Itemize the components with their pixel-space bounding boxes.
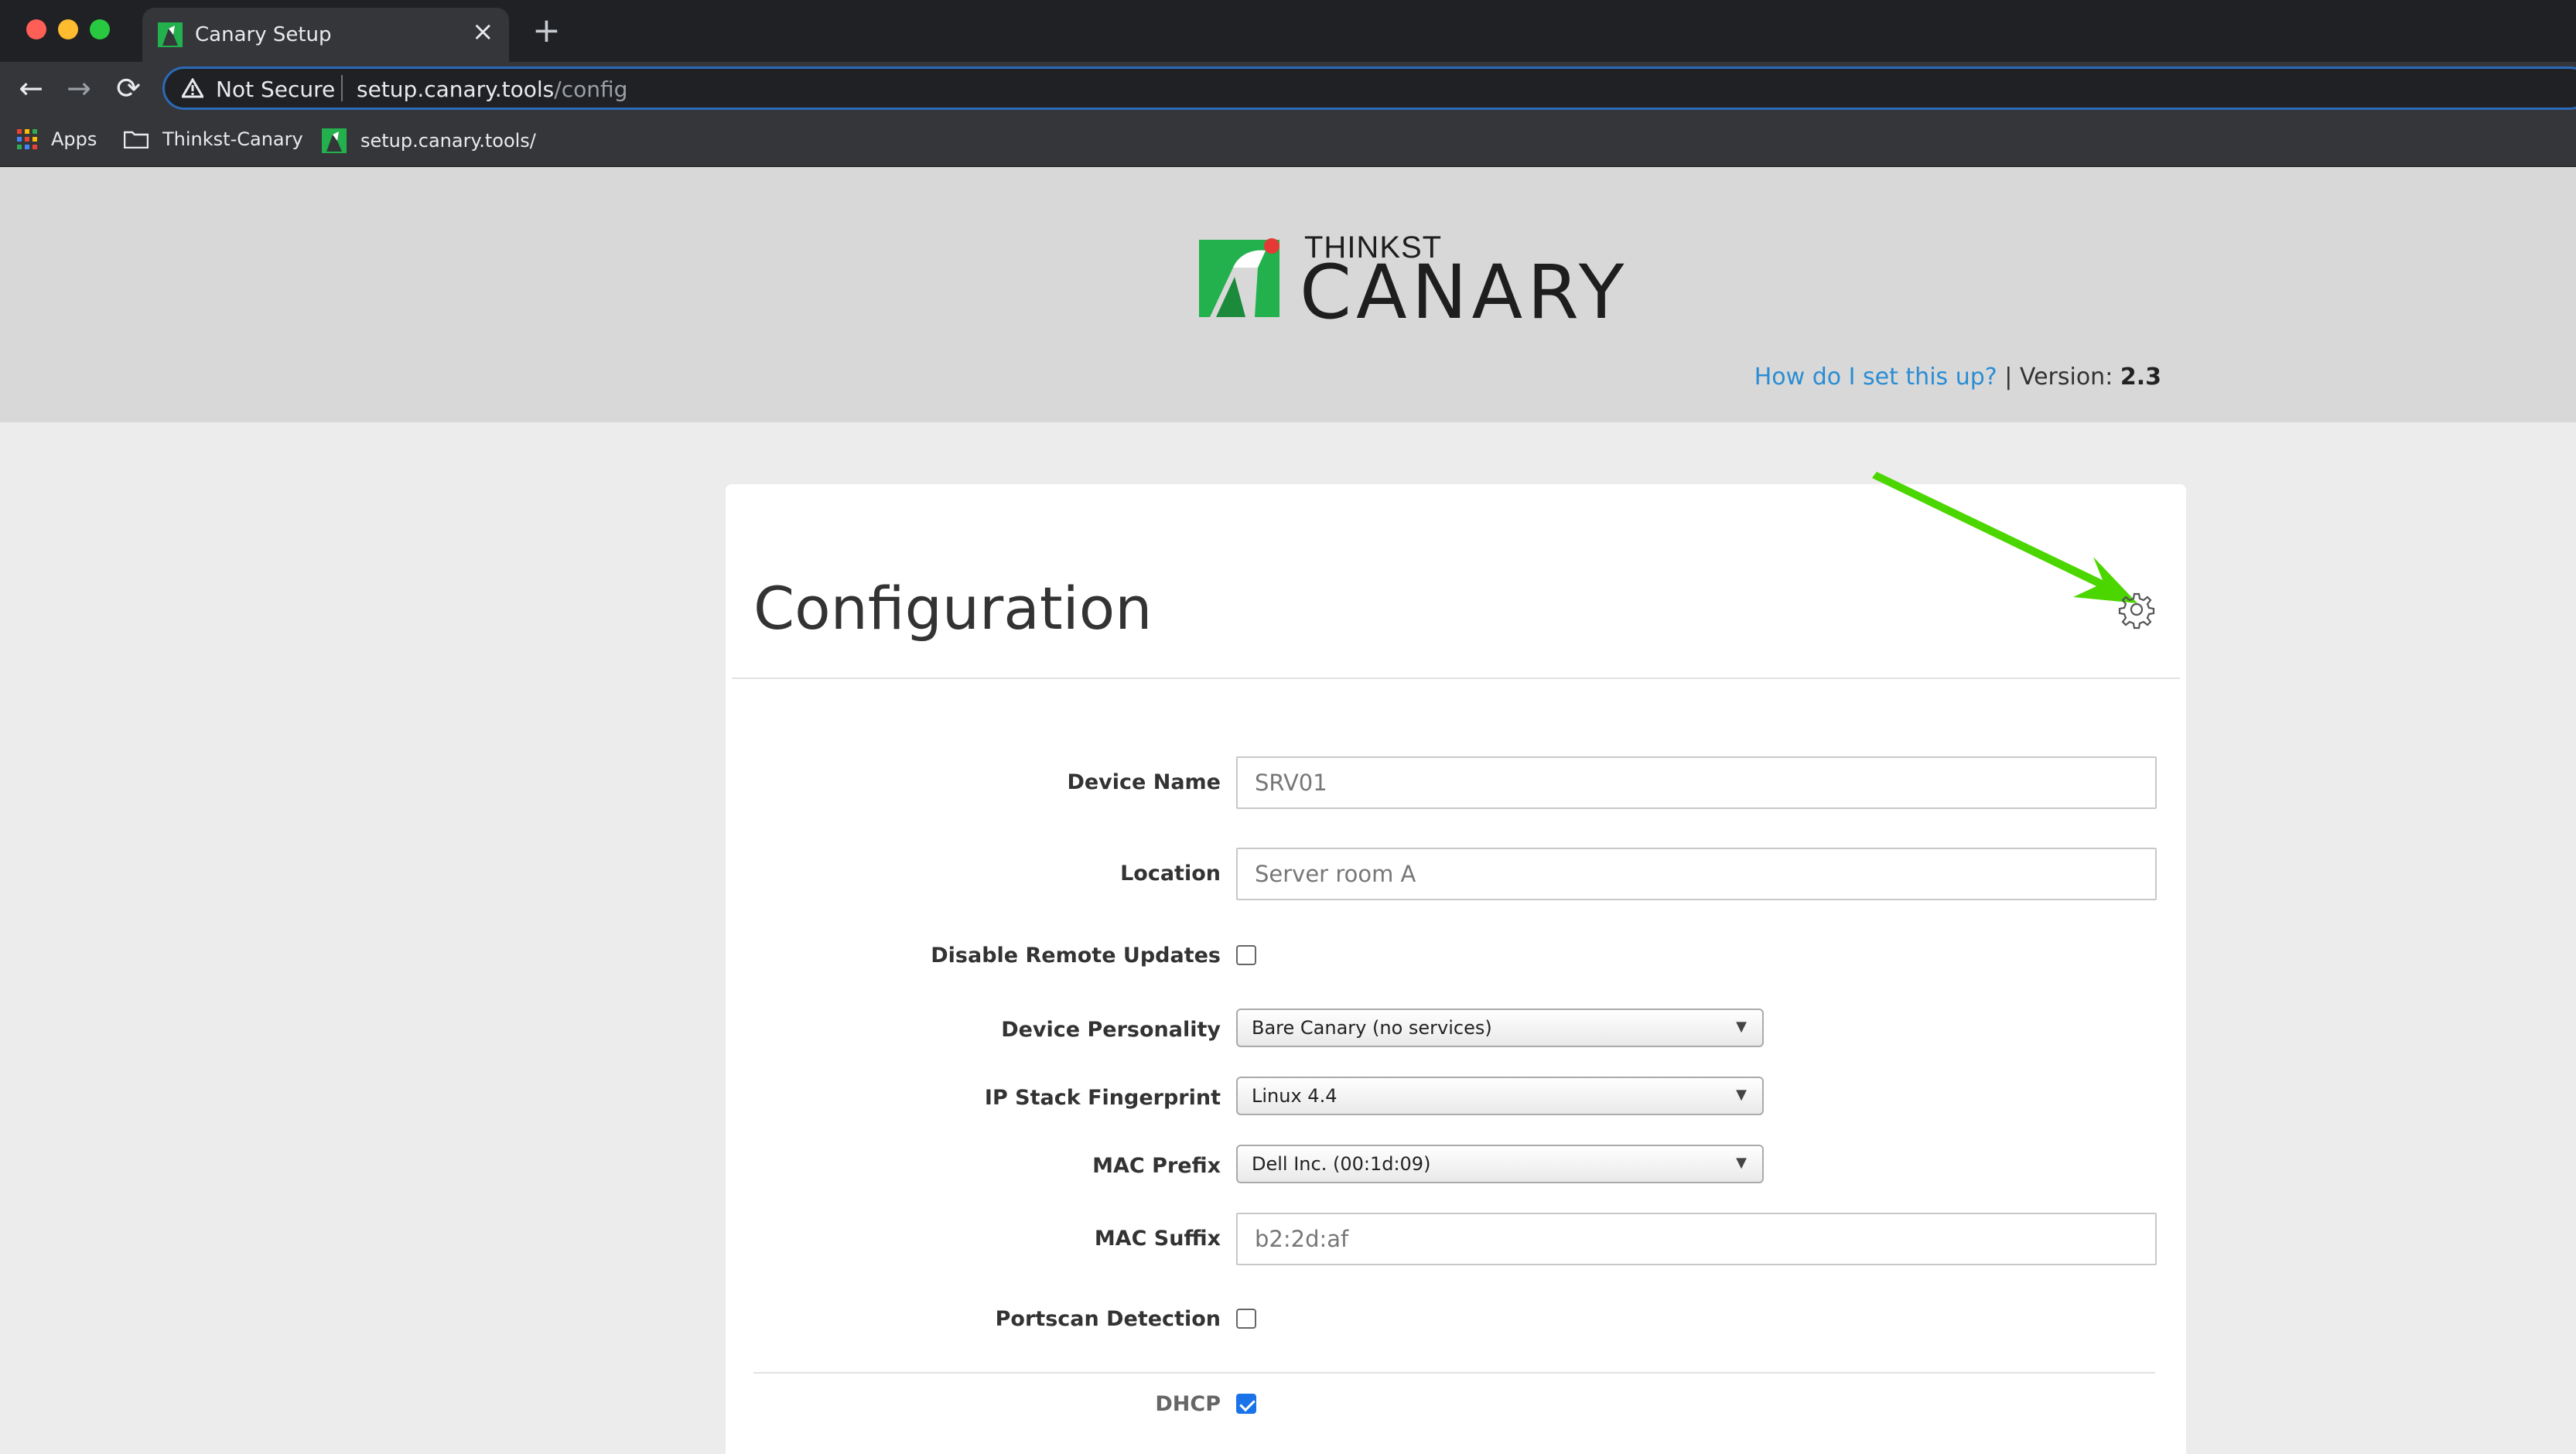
browser-toolbar: ← → ⟳ Not Secure setup.canary.tools/conf… bbox=[0, 62, 2576, 114]
bookmark-apps-label: Apps bbox=[51, 128, 97, 150]
portscan-detection-label: Portscan Detection bbox=[995, 1307, 1221, 1331]
mac-prefix-label: MAC Prefix bbox=[1092, 1154, 1221, 1178]
mac-prefix-select[interactable]: Dell Inc. (00:1d:09) ▼ bbox=[1236, 1145, 1764, 1183]
tab-title: Canary Setup bbox=[195, 23, 332, 46]
logo-canary-text: CANARY bbox=[1300, 249, 1629, 336]
section-divider bbox=[753, 1372, 2155, 1374]
warning-triangle-icon[interactable] bbox=[182, 78, 203, 98]
version-label: Version: bbox=[2019, 364, 2120, 391]
device-name-label: Device Name bbox=[1067, 770, 1221, 794]
url-host: setup.canary.tools bbox=[357, 77, 555, 102]
annotation-arrow-icon bbox=[1872, 472, 2137, 603]
ip-stack-fingerprint-value: Linux 4.4 bbox=[1252, 1085, 1338, 1107]
window-minimize-button[interactable] bbox=[58, 19, 78, 39]
configuration-panel: Configuration Device Name Location Disab… bbox=[726, 472, 2186, 1454]
help-link[interactable]: How do I set this up? bbox=[1754, 364, 1997, 391]
page-header: THINKST CANARY How do I set this up? | V… bbox=[0, 167, 2576, 422]
bookmark-apps[interactable]: Apps bbox=[17, 128, 97, 150]
reload-icon[interactable]: ⟳ bbox=[110, 70, 147, 107]
chevron-down-icon: ▼ bbox=[1736, 1019, 1747, 1035]
device-name-input[interactable] bbox=[1236, 756, 2157, 809]
tab-canary-setup[interactable]: Canary Setup × bbox=[142, 8, 509, 62]
header-links: How do I set this up? | Version: 2.3 bbox=[1754, 364, 2161, 391]
bookmark-setup-canary[interactable]: setup.canary.tools/ bbox=[322, 128, 536, 153]
url-separator bbox=[341, 75, 343, 101]
mac-suffix-label: MAC Suffix bbox=[1094, 1227, 1221, 1251]
url-text[interactable]: setup.canary.tools/config bbox=[357, 77, 627, 102]
folder-icon bbox=[124, 131, 149, 148]
bookmark-thinkst-canary-label: Thinkst-Canary bbox=[162, 128, 303, 150]
window-close-button[interactable] bbox=[26, 19, 46, 39]
portscan-detection-checkbox[interactable] bbox=[1236, 1309, 1256, 1329]
title-divider bbox=[732, 678, 2180, 679]
bookmark-thinkst-canary[interactable]: Thinkst-Canary bbox=[124, 128, 303, 150]
device-personality-select[interactable]: Bare Canary (no services) ▼ bbox=[1236, 1009, 1764, 1047]
dhcp-label: DHCP bbox=[1155, 1392, 1221, 1416]
mac-suffix-input[interactable] bbox=[1236, 1213, 2157, 1265]
bookmarks-bar: Apps Thinkst-Canary setup.canary.tools/ bbox=[0, 114, 2576, 167]
window-zoom-button[interactable] bbox=[90, 19, 110, 39]
tab-close-icon[interactable]: × bbox=[472, 19, 494, 45]
gear-icon[interactable] bbox=[2116, 589, 2157, 630]
bookmark-setup-canary-label: setup.canary.tools/ bbox=[360, 130, 536, 152]
canary-bird-logo-icon bbox=[1199, 238, 1279, 317]
forward-arrow-icon[interactable]: → bbox=[60, 70, 97, 107]
page-title: Configuration bbox=[753, 574, 1153, 643]
location-label: Location bbox=[1120, 862, 1221, 886]
chevron-down-icon: ▼ bbox=[1736, 1087, 1747, 1103]
header-separator: | bbox=[1997, 364, 2020, 391]
not-secure-label[interactable]: Not Secure bbox=[216, 77, 335, 102]
location-input[interactable] bbox=[1236, 848, 2157, 900]
device-personality-label: Device Personality bbox=[1001, 1018, 1221, 1042]
canary-favicon-icon bbox=[322, 128, 347, 153]
address-bar[interactable]: Not Secure setup.canary.tools/config bbox=[162, 67, 2576, 110]
mac-prefix-value: Dell Inc. (00:1d:09) bbox=[1252, 1153, 1431, 1175]
ip-stack-fingerprint-select[interactable]: Linux 4.4 ▼ bbox=[1236, 1077, 1764, 1115]
disable-remote-updates-label: Disable Remote Updates bbox=[931, 944, 1221, 968]
thinkst-canary-logo: THINKST CANARY bbox=[1199, 230, 1725, 336]
dhcp-checkbox[interactable] bbox=[1236, 1394, 1256, 1414]
new-tab-button[interactable]: + bbox=[532, 14, 561, 48]
url-path: /config bbox=[554, 77, 628, 102]
canary-favicon-icon bbox=[158, 22, 183, 47]
apps-grid-icon bbox=[17, 129, 37, 149]
ip-stack-fingerprint-label: IP Stack Fingerprint bbox=[984, 1086, 1221, 1110]
device-personality-value: Bare Canary (no services) bbox=[1252, 1017, 1492, 1039]
disable-remote-updates-checkbox[interactable] bbox=[1236, 945, 1256, 965]
browser-tab-bar: Canary Setup × + bbox=[0, 0, 2576, 62]
version-number: 2.3 bbox=[2120, 364, 2161, 391]
chevron-down-icon: ▼ bbox=[1736, 1155, 1747, 1171]
back-arrow-icon[interactable]: ← bbox=[12, 70, 50, 107]
